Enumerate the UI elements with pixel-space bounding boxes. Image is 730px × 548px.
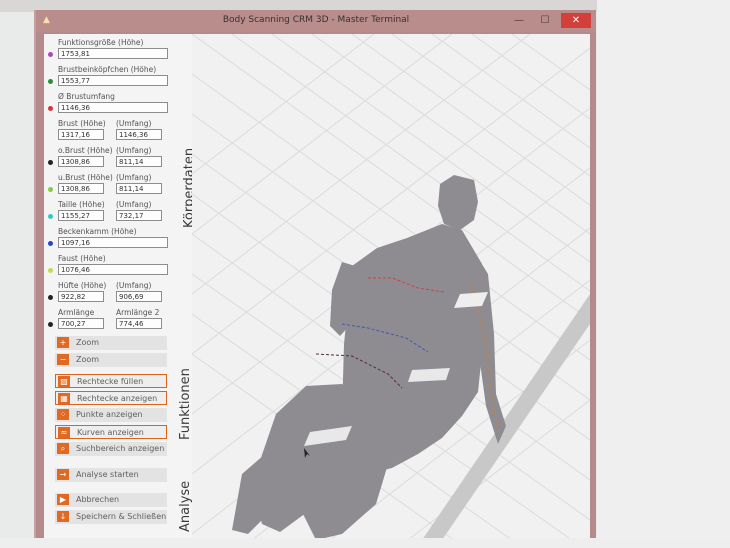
tool-button[interactable]: − Zoom bbox=[55, 353, 167, 367]
zoom-out-icon: − bbox=[57, 354, 69, 365]
close-button[interactable]: ✕ bbox=[561, 13, 591, 28]
maximize-button[interactable]: ☐ bbox=[532, 13, 558, 28]
measurement-input[interactable]: 1146,36 bbox=[58, 102, 168, 113]
tool-button-label: Kurven anzeigen bbox=[77, 428, 144, 437]
measurement-input-secondary[interactable]: 1146,36 bbox=[116, 129, 162, 140]
field-label: Hüfte (Höhe) bbox=[58, 281, 107, 290]
series-color-dot bbox=[48, 241, 53, 246]
series-color-dot bbox=[48, 160, 53, 165]
field-label-secondary: Armlänge 2 bbox=[116, 308, 160, 317]
field-label: Brust (Höhe) bbox=[58, 119, 106, 128]
series-color-dot bbox=[48, 106, 53, 111]
measurement-input-secondary[interactable]: 811,14 bbox=[116, 183, 162, 194]
tool-button-label: Zoom bbox=[76, 355, 100, 364]
scan-3d-viewport[interactable] bbox=[192, 34, 590, 540]
series-color-dot bbox=[48, 79, 53, 84]
section-label-analyse: Analyse bbox=[178, 480, 193, 532]
tool-button-label: Punkte anzeigen bbox=[76, 410, 143, 419]
measurement-input-secondary[interactable]: 732,17 bbox=[116, 210, 162, 221]
measurement-input[interactable]: 1317,16 bbox=[58, 129, 104, 140]
field-label-secondary: (Umfang) bbox=[116, 119, 152, 128]
field-label-secondary: (Umfang) bbox=[116, 281, 152, 290]
tool-button-label: Speichern & Schließen bbox=[76, 512, 167, 521]
fill-rect-icon: ▧ bbox=[58, 376, 70, 387]
measurement-input[interactable]: 1308,86 bbox=[58, 183, 104, 194]
section-label-funktionen: Funktionen bbox=[178, 368, 193, 440]
measurement-input[interactable]: 1155,27 bbox=[58, 210, 104, 221]
series-color-dot bbox=[48, 268, 53, 273]
measurement-input[interactable]: 1308,86 bbox=[58, 156, 104, 167]
tool-button[interactable]: ≈ Kurven anzeigen bbox=[55, 425, 167, 439]
scan-render bbox=[192, 34, 590, 540]
field-label-secondary: (Umfang) bbox=[116, 173, 152, 182]
field-label: Funktionsgröße (Höhe) bbox=[58, 38, 144, 47]
tool-button[interactable]: ⌕ Suchbereich anzeigen bbox=[55, 442, 167, 456]
series-color-dot bbox=[48, 187, 53, 192]
tool-button-label: Analyse starten bbox=[76, 470, 139, 479]
series-color-dot bbox=[48, 52, 53, 57]
search-area-icon: ⌕ bbox=[57, 443, 69, 454]
tool-button-label: Abbrechen bbox=[76, 495, 120, 504]
download-icon: ↓ bbox=[57, 511, 69, 522]
field-label: Brustbeinköpfchen (Höhe) bbox=[58, 65, 157, 74]
curves-icon: ≈ bbox=[58, 427, 70, 438]
tool-button[interactable]: ▶ Abbrechen bbox=[55, 493, 167, 507]
minimize-button[interactable]: — bbox=[506, 13, 532, 28]
measurement-input-secondary[interactable]: 774,46 bbox=[116, 318, 162, 329]
field-label: u.Brust (Höhe) bbox=[58, 173, 113, 182]
measurement-sidebar: Funktionsgröße (Höhe) 1753,81 Brustbeinköp… bbox=[44, 34, 168, 540]
field-label: Armlänge bbox=[58, 308, 95, 317]
tool-button[interactable]: ▧ Rechtecke füllen bbox=[55, 374, 167, 388]
desktop-background bbox=[597, 0, 730, 548]
zoom-in-icon: + bbox=[57, 337, 69, 348]
app-window: ▲ Body Scanning CRM 3D - Master Terminal… bbox=[34, 10, 596, 548]
series-color-dot bbox=[48, 322, 53, 327]
tool-button-label: Rechtecke anzeigen bbox=[77, 394, 158, 403]
measurement-input[interactable]: 1553,77 bbox=[58, 75, 168, 86]
measurement-input[interactable]: 700,27 bbox=[58, 318, 104, 329]
title-bar[interactable]: ▲ Body Scanning CRM 3D - Master Terminal… bbox=[36, 10, 596, 32]
points-icon: ⁘ bbox=[57, 409, 69, 420]
field-label: Ø Brustumfang bbox=[58, 92, 115, 101]
field-label-secondary: (Umfang) bbox=[116, 146, 152, 155]
measurement-input[interactable]: 1753,81 bbox=[58, 48, 168, 59]
field-label: Faust (Höhe) bbox=[58, 254, 106, 263]
show-rect-icon: ▦ bbox=[58, 393, 70, 404]
tool-button-label: Zoom bbox=[76, 338, 100, 347]
tool-button-label: Rechtecke füllen bbox=[77, 377, 144, 386]
tool-button[interactable]: → Analyse starten bbox=[55, 468, 167, 482]
tool-button[interactable]: + Zoom bbox=[55, 336, 167, 350]
arrow-right-icon: → bbox=[57, 469, 69, 480]
tool-button[interactable]: ▦ Rechtecke anzeigen bbox=[55, 391, 167, 405]
tool-button-label: Suchbereich anzeigen bbox=[76, 444, 165, 453]
measurement-input[interactable]: 1097,16 bbox=[58, 237, 168, 248]
measurement-input[interactable]: 1076,46 bbox=[58, 264, 168, 275]
bottom-edge bbox=[0, 538, 730, 548]
measurement-input-secondary[interactable]: 811,14 bbox=[116, 156, 162, 167]
field-label: Beckenkamm (Höhe) bbox=[58, 227, 137, 236]
client-area: Funktionsgröße (Höhe) 1753,81 Brustbeinköp… bbox=[44, 34, 590, 540]
tool-button[interactable]: ↓ Speichern & Schließen bbox=[55, 510, 167, 524]
tool-button[interactable]: ⁘ Punkte anzeigen bbox=[55, 408, 167, 422]
series-color-dot bbox=[48, 214, 53, 219]
screen-glare bbox=[408, 368, 450, 382]
field-label: Taille (Höhe) bbox=[58, 200, 105, 209]
measurement-input-secondary[interactable]: 906,69 bbox=[116, 291, 162, 302]
measurement-input[interactable]: 922,82 bbox=[58, 291, 104, 302]
play-icon: ▶ bbox=[57, 494, 69, 505]
series-color-dot bbox=[48, 295, 53, 300]
field-label: o.Brust (Höhe) bbox=[58, 146, 113, 155]
field-label-secondary: (Umfang) bbox=[116, 200, 152, 209]
